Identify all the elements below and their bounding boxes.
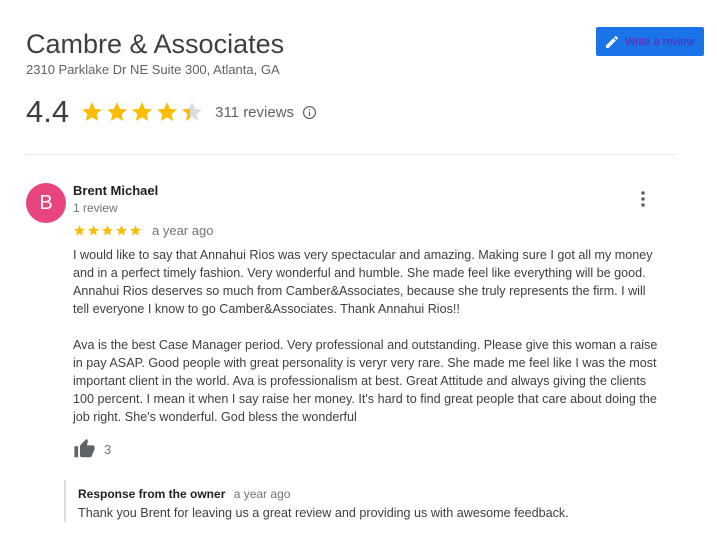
star-full-icon xyxy=(132,102,153,121)
owner-response-title: Response from the owner xyxy=(78,487,226,501)
star-full-icon xyxy=(130,224,141,235)
review-count[interactable]: 311 reviews xyxy=(215,104,294,121)
review-date: a year ago xyxy=(152,222,214,238)
review-paragraph: Ava is the best Case Manager period. Ver… xyxy=(73,338,658,424)
write-review-button[interactable]: Write a review xyxy=(596,27,704,56)
like-count: 3 xyxy=(104,441,112,457)
star-full-icon xyxy=(74,224,85,235)
business-address: 2310 Parklake Dr NE Suite 300, Atlanta, … xyxy=(26,62,280,77)
review-rating-row: a year ago xyxy=(73,222,213,238)
pencil-icon xyxy=(606,35,619,48)
more-vert-icon xyxy=(641,191,645,207)
reviewer-review-count: 1 review xyxy=(73,201,118,215)
avatar[interactable]: B xyxy=(26,183,66,223)
average-rating: 4.4 xyxy=(26,94,70,129)
star-full-icon xyxy=(116,224,127,235)
more-options-button[interactable] xyxy=(634,188,652,210)
business-name: Cambre & Associates xyxy=(26,29,285,59)
review-paragraph: I would like to say that Annahui Rios wa… xyxy=(73,248,653,316)
star-full-icon xyxy=(82,102,103,121)
info-icon[interactable] xyxy=(302,105,317,120)
star-half-icon xyxy=(182,102,203,121)
like-row: 3 xyxy=(73,437,111,461)
reviewer-name[interactable]: Brent Michael xyxy=(73,183,158,199)
rating-summary: 4.4 311 reviews xyxy=(26,92,317,132)
review-stars xyxy=(73,224,143,237)
star-full-icon xyxy=(88,224,99,235)
star-full-icon xyxy=(157,102,178,121)
average-rating-stars xyxy=(80,100,205,124)
star-full-icon xyxy=(107,102,128,121)
star-full-icon xyxy=(102,224,113,235)
review-text: I would like to say that Annahui Rios wa… xyxy=(73,246,683,426)
owner-response-date: a year ago xyxy=(233,487,291,501)
divider xyxy=(26,154,676,155)
write-review-label: Write a review xyxy=(625,35,695,48)
thumbs-up-icon[interactable] xyxy=(73,438,96,460)
owner-response: Response from the owner a year ago Thank… xyxy=(64,480,678,522)
owner-response-text: Thank you Brent for leaving us a great r… xyxy=(78,506,569,520)
